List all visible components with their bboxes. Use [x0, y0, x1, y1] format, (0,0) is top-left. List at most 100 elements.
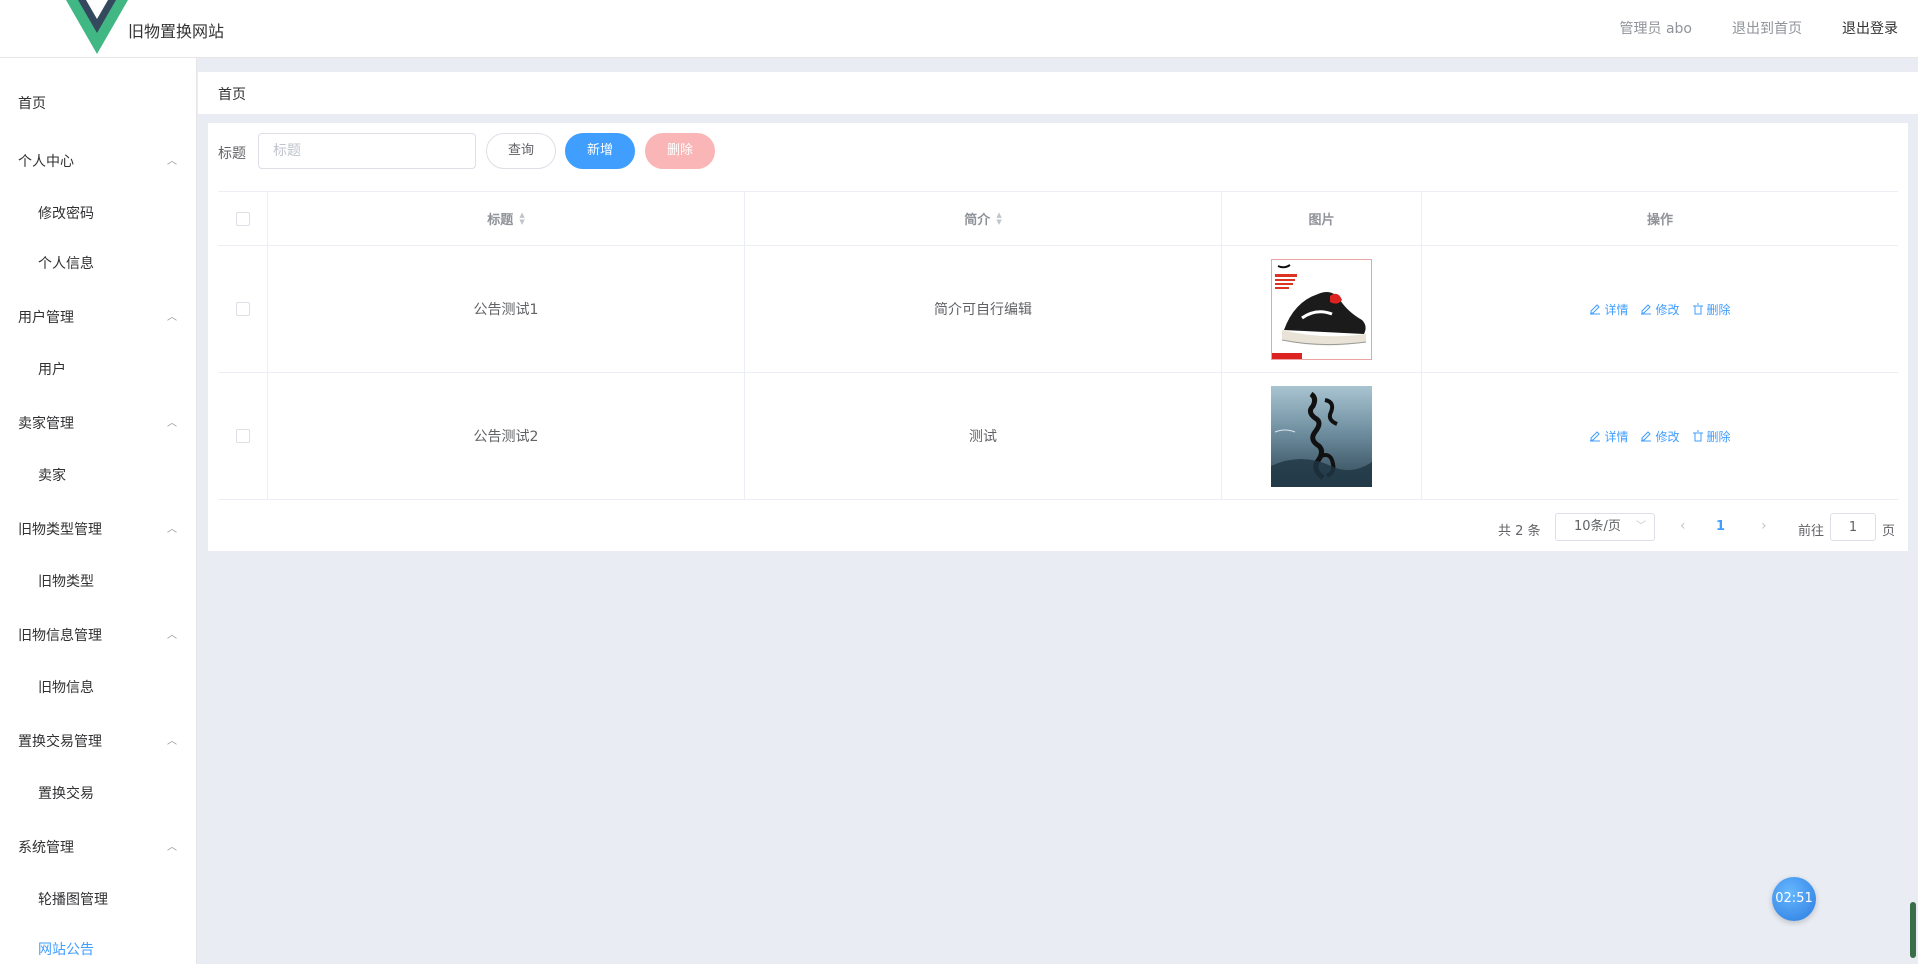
sidebar-item-label: 用户管理 [18, 310, 74, 326]
content-card: 标题 查询 新增 删除 标题 ▲▼ 简介 ▲▼ 图片 操作 公告测试1 简介可自行编… [208, 123, 1908, 551]
column-intro-label: 简介 [964, 213, 991, 228]
sort-icon[interactable]: ▲ ▼ [519, 211, 524, 226]
row-image-cell [1222, 246, 1422, 372]
sidebar-item-site-announcement[interactable]: 网站公告 [0, 930, 196, 964]
row-actions: 详情 修改 删除 [1589, 301, 1731, 318]
detail-link[interactable]: 详情 [1589, 301, 1628, 318]
chevron-down-icon: ﹀ [1636, 521, 1646, 532]
breadcrumb[interactable]: 首页 [218, 84, 246, 104]
chevron-up-icon: ︿ [167, 524, 177, 535]
row-image-cell [1222, 373, 1422, 499]
goto-page-input[interactable] [1830, 513, 1876, 541]
sidebar-item-label: 网站公告 [38, 942, 94, 958]
current-page-number[interactable]: 1 [1716, 519, 1725, 534]
scrollbar-thumb[interactable] [1910, 902, 1916, 958]
delete-label: 删除 [1706, 429, 1731, 444]
announcement-table: 标题 ▲ ▼ 简介 ▲ ▼ 图片 操作 公告测试1 简介可自行编辑 详情 修改 … [218, 191, 1898, 500]
row-ops-cell: 详情 修改 删除 [1422, 246, 1898, 372]
breadcrumb-bar: 首页 [198, 72, 1918, 114]
timer-badge[interactable]: 02:51 [1772, 877, 1816, 921]
sidebar-item-exchange[interactable]: 置换交易 [0, 774, 196, 814]
sidebar-item-item-info-management[interactable]: 旧物信息管理 ︿ [0, 616, 196, 656]
sidebar-item-label: 旧物类型 [38, 574, 94, 590]
sidebar-item-label: 系统管理 [18, 840, 74, 856]
sort-icon[interactable]: ▲ ▼ [996, 211, 1001, 226]
goto-suffix: 页 [1882, 524, 1896, 539]
header-checkbox-cell [218, 192, 268, 245]
sidebar-item-personal-info[interactable]: 个人信息 [0, 244, 196, 284]
trash-icon [1692, 430, 1703, 442]
sidebar-item-item-info[interactable]: 旧物信息 [0, 668, 196, 708]
sidebar-menu: 首页 个人中心 ︿ 修改密码 个人信息 用户管理 ︿ 用户 卖家管理 ︿ 卖家 旧物类… [0, 58, 197, 964]
sidebar-item-sellers[interactable]: 卖家 [0, 456, 196, 496]
column-image-label: 图片 [1308, 213, 1335, 228]
detail-label: 详情 [1604, 302, 1629, 317]
sidebar-item-label: 用户 [38, 362, 66, 378]
sidebar-item-user-management[interactable]: 用户管理 ︿ [0, 298, 196, 338]
sidebar-item-label: 轮播图管理 [38, 892, 108, 908]
delete-link[interactable]: 删除 [1692, 301, 1731, 318]
row-intro-cell: 简介可自行编辑 [745, 246, 1222, 372]
next-page-icon[interactable]: › [1761, 518, 1767, 534]
poster-image [1271, 385, 1372, 487]
row-ops-cell: 详情 修改 删除 [1422, 373, 1898, 499]
sidebar-item-label: 卖家 [38, 468, 66, 484]
sidebar-item-personal-center[interactable]: 个人中心 ︿ [0, 142, 196, 182]
top-header: 旧物置换网站 管理员 abo 退出到首页 退出登录 [0, 0, 1918, 58]
edit-label: 修改 [1655, 302, 1680, 317]
sidebar-item-item-type-management[interactable]: 旧物类型管理 ︿ [0, 510, 196, 550]
column-header-title[interactable]: 标题 ▲ ▼ [268, 192, 745, 245]
column-header-intro[interactable]: 简介 ▲ ▼ [745, 192, 1222, 245]
sidebar-item-item-types[interactable]: 旧物类型 [0, 562, 196, 602]
column-ops-label: 操作 [1646, 213, 1673, 228]
logout-link[interactable]: 退出登录 [1842, 18, 1898, 38]
delete-link[interactable]: 删除 [1692, 428, 1731, 445]
chevron-up-icon: ︿ [167, 418, 177, 429]
title-search-input[interactable] [258, 133, 476, 169]
sidebar-item-users[interactable]: 用户 [0, 350, 196, 390]
row-actions: 详情 修改 删除 [1589, 428, 1731, 445]
edit-link[interactable]: 修改 [1640, 428, 1680, 445]
chevron-up-icon: ︿ [167, 736, 177, 747]
sidebar-item-exchange-management[interactable]: 置换交易管理 ︿ [0, 722, 196, 762]
row-checkbox-cell [218, 373, 268, 499]
detail-link[interactable]: 详情 [1589, 428, 1628, 445]
sidebar-item-label: 置换交易管理 [18, 734, 102, 750]
page-size-select[interactable]: 10条/页 ﹀ [1555, 513, 1655, 541]
vue-logo-icon [66, 0, 128, 54]
admin-label: 管理员 abo [1619, 21, 1692, 37]
sidebar-item-carousel-management[interactable]: 轮播图管理 [0, 880, 196, 920]
chevron-up-icon: ︿ [167, 312, 177, 323]
sidebar-item-label: 首页 [18, 96, 46, 112]
delete-button[interactable]: 删除 [645, 133, 715, 169]
edit-icon [1641, 304, 1652, 315]
header-links: 管理员 abo 退出到首页 退出登录 [1620, 18, 1898, 38]
query-button[interactable]: 查询 [486, 133, 556, 169]
edit-icon [1590, 431, 1601, 442]
sidebar-item-label: 置换交易 [38, 786, 94, 802]
back-home-link[interactable]: 退出到首页 [1732, 18, 1802, 38]
page-size-value: 10条/页 [1574, 519, 1621, 534]
sidebar-item-home[interactable]: 首页 [0, 84, 196, 124]
site-title: 旧物置换网站 [128, 22, 225, 41]
row-title-cell: 公告测试2 [268, 373, 745, 499]
row-checkbox[interactable] [235, 429, 250, 443]
sidebar-item-label: 卖家管理 [18, 416, 74, 432]
sidebar-item-seller-management[interactable]: 卖家管理 ︿ [0, 404, 196, 444]
select-all-checkbox[interactable] [235, 211, 250, 226]
edit-link[interactable]: 修改 [1640, 301, 1680, 318]
detail-label: 详情 [1604, 429, 1629, 444]
sidebar-item-label: 个人信息 [38, 256, 94, 272]
sidebar-item-system-management[interactable]: 系统管理 ︿ [0, 828, 196, 868]
add-button[interactable]: 新增 [565, 133, 635, 169]
shoe-image [1271, 258, 1372, 360]
sidebar-item-change-password[interactable]: 修改密码 [0, 194, 196, 234]
row-checkbox-cell [218, 246, 268, 372]
chevron-up-icon: ︿ [167, 156, 177, 167]
sidebar-item-label: 旧物信息 [38, 680, 94, 696]
goto-label: 前往 [1798, 524, 1825, 539]
row-checkbox[interactable] [235, 302, 250, 316]
edit-icon [1641, 431, 1652, 442]
prev-page-icon[interactable]: ‹ [1680, 518, 1686, 534]
edit-label: 修改 [1655, 429, 1680, 444]
